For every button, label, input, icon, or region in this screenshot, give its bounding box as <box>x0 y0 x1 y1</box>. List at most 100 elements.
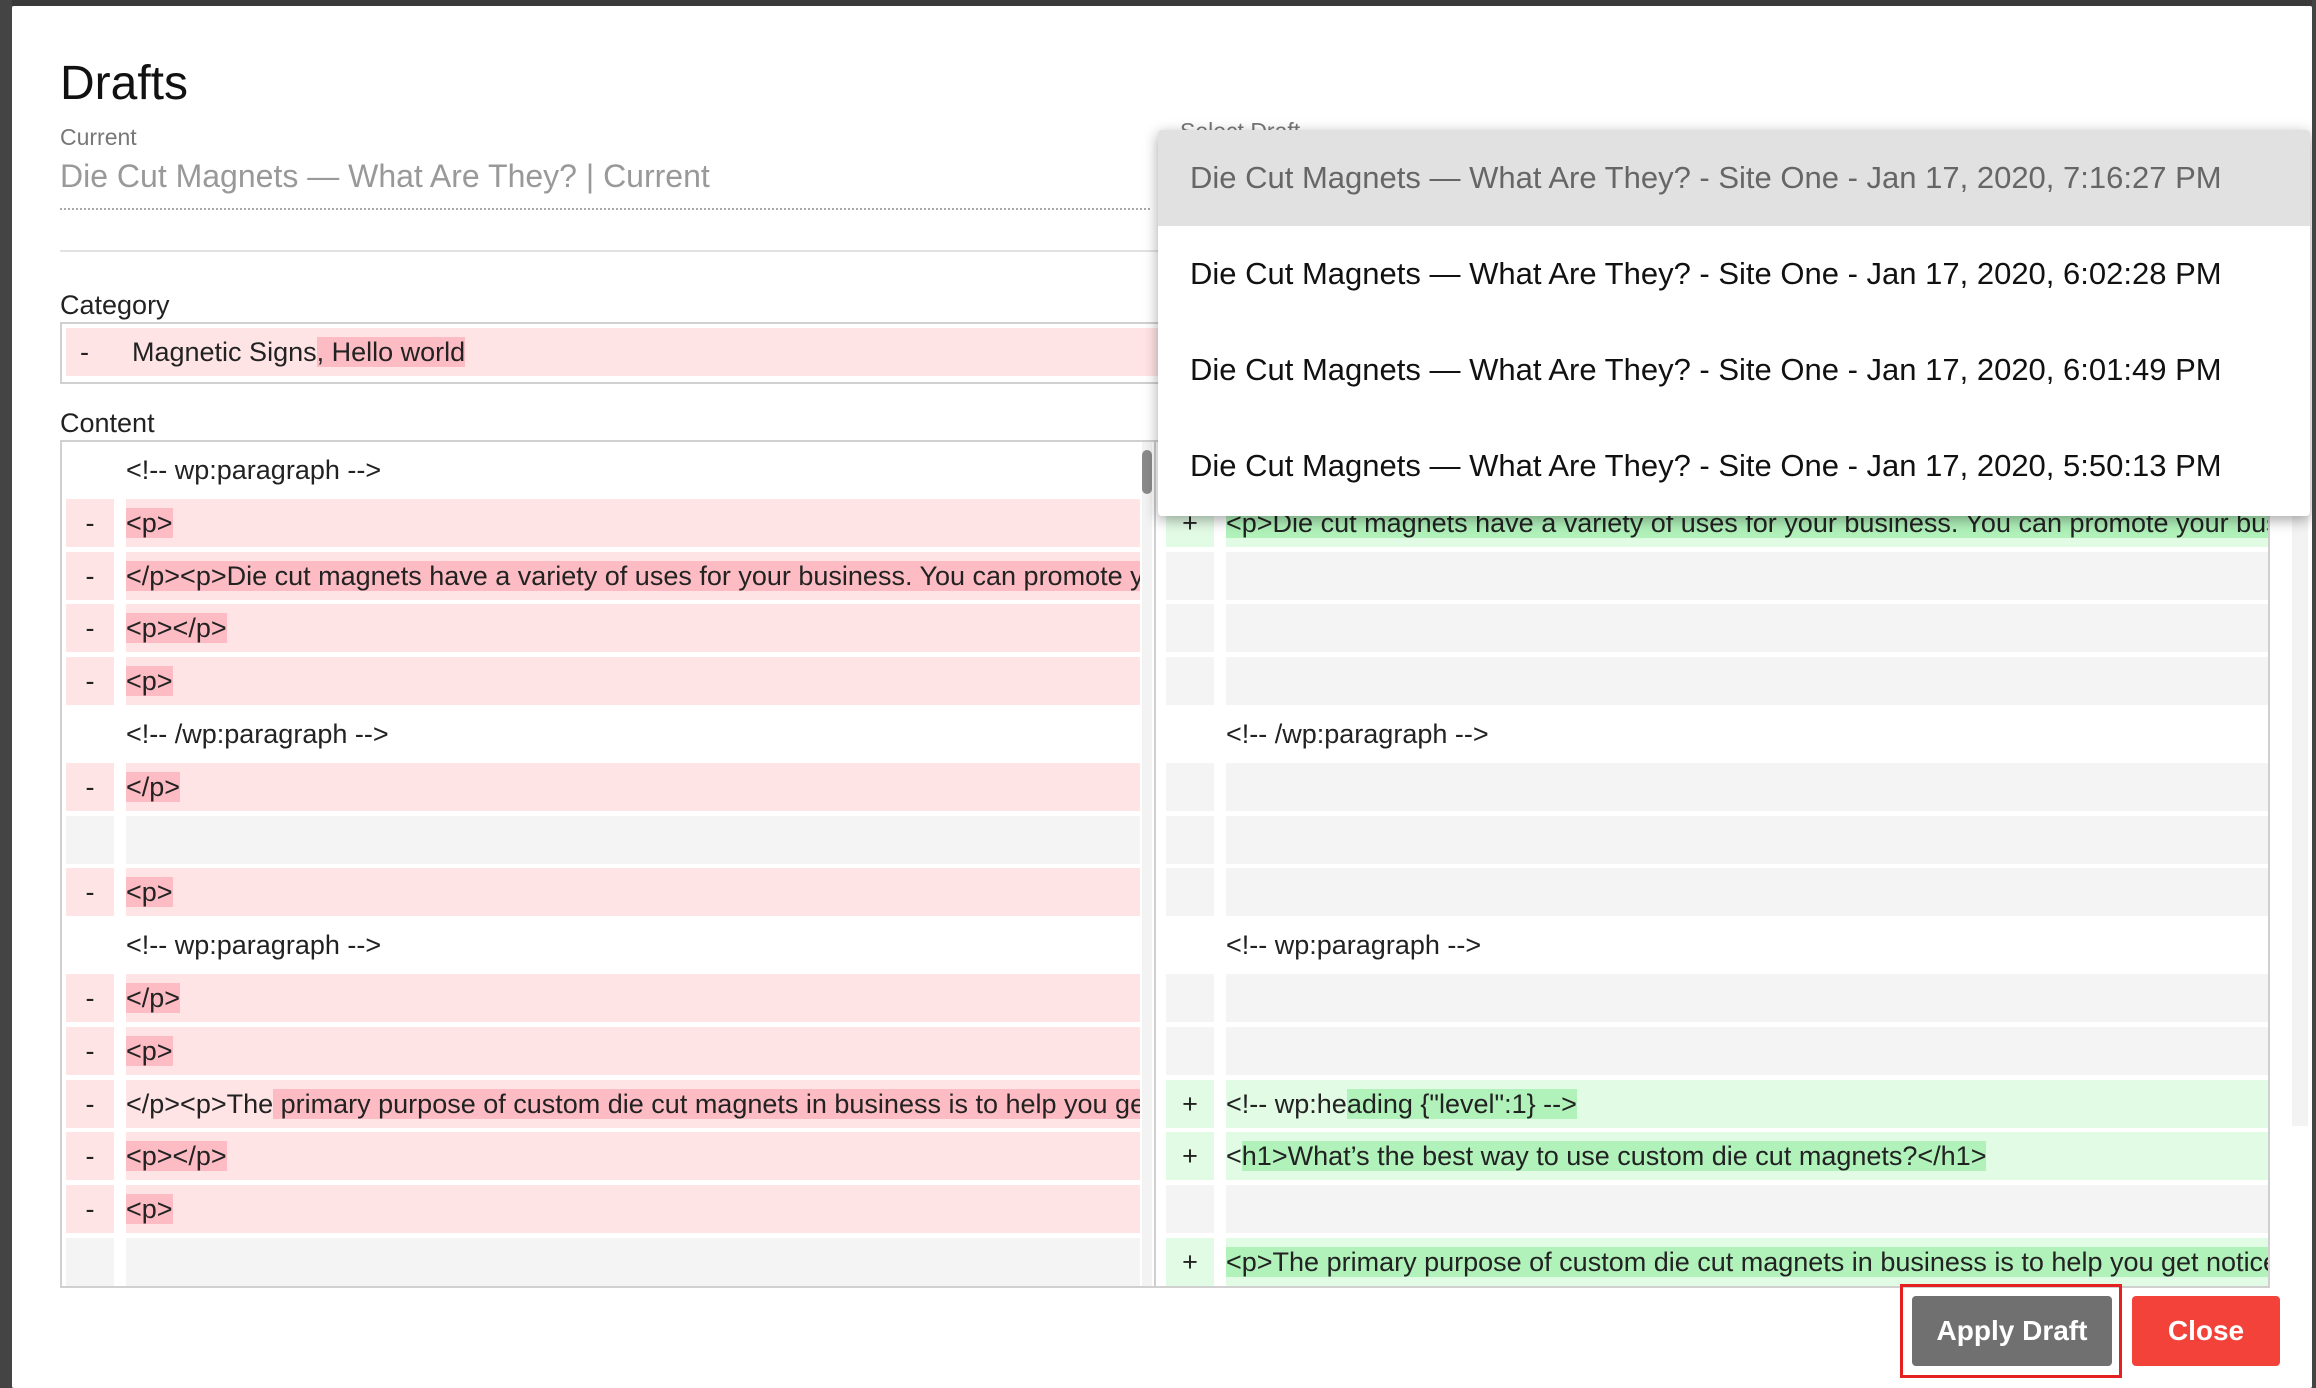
diff-code: <!-- /wp:paragraph --> <box>1226 710 2268 758</box>
current-label: Current <box>60 124 137 150</box>
content-label: Content <box>60 408 155 438</box>
diff-sign: - <box>66 974 114 1022</box>
current-field-underline <box>60 208 1150 210</box>
diff-row: - </p> <box>66 762 1140 811</box>
left-scrollbar-track[interactable] <box>1142 442 1152 1286</box>
diff-code <box>1226 604 2268 653</box>
diff-row <box>1166 551 2268 600</box>
code-changed-text: </p> <box>126 983 181 1013</box>
diff-sign <box>1166 551 1214 600</box>
code-changed-text: <p> <box>126 507 173 538</box>
diff-row <box>1166 815 2268 864</box>
diff-code: </p><p>Die cut magnets have a variety of… <box>126 551 1140 600</box>
diff-sign: + <box>1166 1238 1214 1286</box>
code-changed-text: <p> <box>126 1035 173 1066</box>
diff-sign <box>1166 921 1214 969</box>
diff-row: - </p><p>The primary purpose of custom di… <box>66 1079 1140 1128</box>
diff-code: <p> <box>126 1026 1140 1075</box>
diff-code <box>1226 1185 2268 1234</box>
category-unchanged: Magnetic Signs <box>132 337 317 367</box>
category-diff-box: - Magnetic Signs, Hello world <box>60 322 1170 384</box>
diff-code: <!-- /wp:paragraph --> <box>126 710 1140 758</box>
diff-sign <box>1166 657 1214 706</box>
diff-code: <!-- wp:heading {"level":1} --> <box>1226 1079 2268 1128</box>
content-diff-view: <!-- wp:paragraph --> - <p> - </p><p>Die cut… <box>60 440 2270 1288</box>
diff-row: - </p><p>Die cut magnets have a variety o… <box>66 551 1140 600</box>
diff-sign <box>66 710 114 758</box>
category-text: Magnetic Signs, Hello world <box>132 328 466 376</box>
diff-row <box>1166 762 2268 811</box>
diff-code <box>1226 868 2268 917</box>
diff-code <box>1226 762 2268 811</box>
diff-row: - <p> <box>66 1026 1140 1075</box>
category-label: Category <box>60 290 170 320</box>
diff-code <box>1226 815 2268 864</box>
diff-row: <!-- /wp:paragraph --> <box>1166 710 2268 758</box>
diff-row <box>1166 974 2268 1022</box>
drafts-modal: Drafts Current Die Cut Magnets — What Ar… <box>12 6 2312 1388</box>
diff-code <box>126 815 1140 864</box>
diff-sign: - <box>66 762 114 811</box>
diff-sign: + <box>1166 1132 1214 1181</box>
diff-code: <p> <box>126 1185 1140 1234</box>
code-text: <!-- wp:paragraph --> <box>1226 930 1482 961</box>
diff-sign <box>66 1238 114 1286</box>
diff-sign: - <box>66 551 114 600</box>
code-text: </p><p>The <box>126 1088 274 1119</box>
diff-code: <p></p> <box>126 604 1140 653</box>
code-changed-text: </p><p>Die cut magnets have a variety of… <box>126 560 1140 591</box>
diff-row: + <p>The primary purpose of custom die cu… <box>1166 1238 2268 1286</box>
diff-sign: - <box>66 868 114 917</box>
code-text: <!-- /wp:paragraph --> <box>1226 719 1489 749</box>
diff-sign: - <box>66 1079 114 1128</box>
diff-sign: - <box>66 657 114 706</box>
code-changed-text: <p></p> <box>126 613 227 644</box>
diff-code: <p></p> <box>126 1132 1140 1181</box>
diff-row: - <p></p> <box>66 1132 1140 1181</box>
diff-sign: - <box>66 498 114 547</box>
category-diff-row: - Magnetic Signs, Hello world <box>66 328 1168 376</box>
diff-row <box>1166 604 2268 653</box>
diff-row: - <p></p> <box>66 604 1140 653</box>
code-changed-text: <p> <box>126 666 173 697</box>
draft-option[interactable]: Die Cut Magnets — What Are They? - Site … <box>1158 226 2310 322</box>
diff-code: <!-- wp:paragraph --> <box>126 921 1140 969</box>
diff-code: </p><p>The primary purpose of custom die… <box>126 1079 1140 1128</box>
diff-row <box>66 1238 1140 1286</box>
draft-option[interactable]: Die Cut Magnets — What Are They? - Site … <box>1158 322 2310 418</box>
modal-title: Drafts <box>60 57 189 110</box>
category-removed: , Hello world <box>316 337 466 367</box>
code-changed-text: <p></p> <box>126 1141 227 1172</box>
code-text: < <box>1226 1141 1242 1172</box>
diff-row: <!-- wp:paragraph --> <box>66 446 1140 494</box>
code-changed-text: <p> <box>126 1194 173 1225</box>
diff-row: - <p> <box>66 868 1140 917</box>
code-changed-text: <p>The primary purpose of custom die cut… <box>1226 1247 2268 1277</box>
code-changed-text: </p> <box>126 771 181 802</box>
diff-code: <p>The primary purpose of custom die cut… <box>1226 1238 2268 1286</box>
apply-draft-button[interactable]: Apply Draft <box>1912 1296 2112 1366</box>
left-scrollbar-thumb[interactable] <box>1142 450 1152 494</box>
select-draft-dropdown[interactable]: Die Cut Magnets — What Are They? - Site … <box>1158 130 2310 516</box>
close-button[interactable]: Close <box>2132 1296 2280 1366</box>
diff-code: </p> <box>126 762 1140 811</box>
diff-row: - <p> <box>66 1185 1140 1234</box>
diff-sign: - <box>66 1132 114 1181</box>
diff-code <box>126 1238 1140 1286</box>
diff-code: <!-- wp:paragraph --> <box>1226 921 2268 969</box>
code-text: <!-- wp:he <box>1226 1088 1347 1119</box>
diff-code: <p> <box>126 868 1140 917</box>
diff-row: <!-- /wp:paragraph --> <box>66 710 1140 758</box>
diff-code <box>1226 1026 2268 1075</box>
code-text: <!-- wp:paragraph --> <box>126 930 382 961</box>
diff-sign: - <box>66 1026 114 1075</box>
code-text: <!-- wp:paragraph --> <box>126 455 382 485</box>
diff-sign <box>1166 815 1214 864</box>
diff-sign <box>1166 710 1214 758</box>
diff-sign: - <box>66 1185 114 1234</box>
code-changed-text: primary purpose of custom die cut magnet… <box>273 1088 1140 1119</box>
draft-option[interactable]: Die Cut Magnets — What Are They? - Site … <box>1158 130 2310 226</box>
draft-option[interactable]: Die Cut Magnets — What Are They? - Site … <box>1158 418 2310 514</box>
diff-code <box>1226 657 2268 706</box>
diff-row <box>1166 657 2268 706</box>
